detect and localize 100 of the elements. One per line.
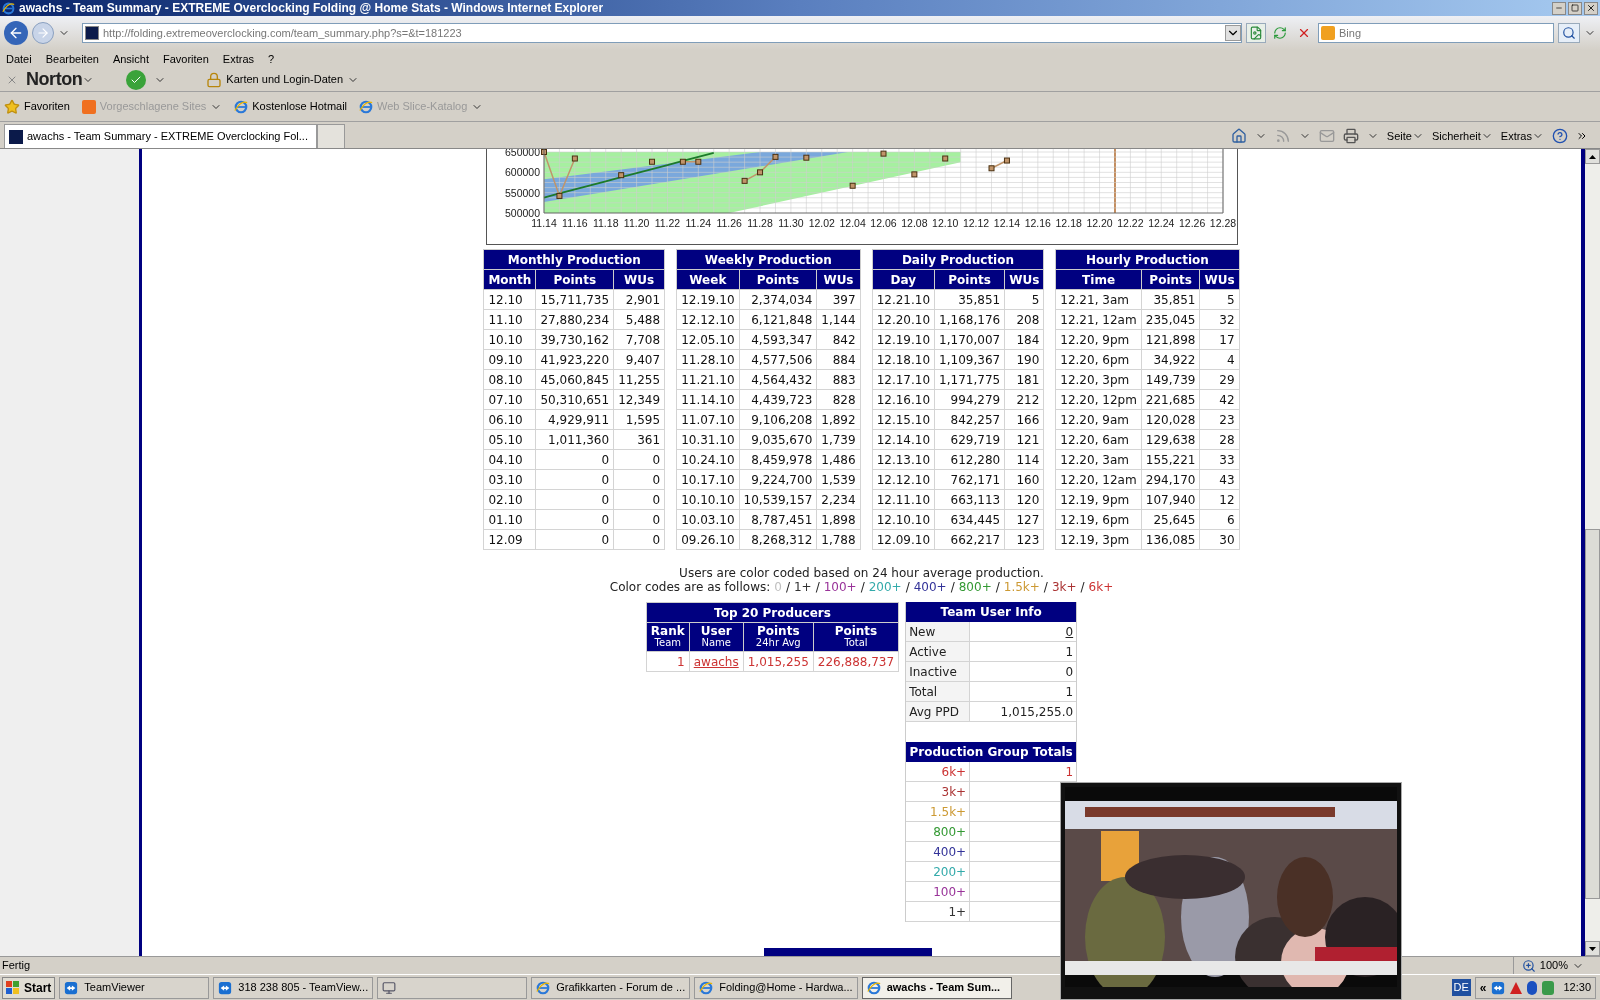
- table-cell: 03.10: [483, 469, 536, 490]
- table-title: Weekly Production: [676, 249, 861, 270]
- table-cell: 06.10: [483, 409, 536, 430]
- forward-button[interactable]: [32, 22, 54, 44]
- y-tick-label: 550000: [504, 186, 540, 199]
- language-indicator[interactable]: DE: [1451, 979, 1471, 996]
- help-icon[interactable]: [1552, 127, 1568, 144]
- command-menu[interactable]: Sicherheit: [1431, 127, 1493, 144]
- menu-item[interactable]: Favoriten: [163, 50, 209, 68]
- x-tick-label: 12.10: [931, 217, 958, 229]
- taskbar-button[interactable]: Grafikkarten - Forum de ...: [531, 976, 691, 999]
- taskbar-button[interactable]: 318 238 805 - TeamView...: [213, 976, 374, 999]
- menu-item[interactable]: Bearbeiten: [45, 50, 99, 68]
- feed-icon[interactable]: [1274, 127, 1291, 144]
- scroll-up-button[interactable]: [1585, 149, 1600, 164]
- table-cell: 226,888,737: [813, 651, 899, 672]
- table-cell: 11.21.10: [676, 369, 740, 390]
- table-cell: 07.10: [483, 389, 536, 410]
- browser-tab[interactable]: awachs - Team Summary - EXTREME Overclocking Fol...: [4, 124, 317, 148]
- table-cell: 1.5k+: [906, 802, 971, 822]
- bluetooth-icon[interactable]: [1527, 980, 1538, 995]
- scroll-down-button[interactable]: [1585, 941, 1600, 956]
- dropdown-icon[interactable]: [1225, 25, 1241, 41]
- command-menu[interactable]: Seite: [1386, 127, 1424, 144]
- favorites-item[interactable]: Favoriten: [4, 98, 70, 115]
- table-cell: 12.19, 9pm: [1055, 489, 1142, 510]
- taskbar-button[interactable]: Folding@Home - Hardwa...: [694, 976, 858, 999]
- table-cell: 09.26.10: [676, 529, 740, 550]
- browser-icon: [866, 980, 881, 995]
- search-icon: [1562, 26, 1576, 40]
- x-tick-label: 12.02: [808, 217, 835, 229]
- taskbar-button[interactable]: [377, 976, 528, 999]
- tray-expand-button[interactable]: «: [1479, 978, 1487, 997]
- x-tick-label: 12.20: [1085, 217, 1113, 229]
- network-icon[interactable]: [1542, 980, 1555, 995]
- address-field[interactable]: http://folding.extremeoverclocking.com/team_summary.php?s=&t=181223: [82, 23, 1242, 43]
- y-tick-label: 650000: [504, 149, 540, 158]
- zoom-control[interactable]: 100%: [1512, 957, 1584, 974]
- table-cell: 1,015,255: [743, 651, 814, 672]
- close-button[interactable]: [1584, 1, 1598, 15]
- browser-icon: [359, 99, 374, 114]
- table-cell: 12.20, 9am: [1055, 409, 1142, 430]
- home-icon[interactable]: [1230, 127, 1247, 144]
- column-header: Time: [1055, 269, 1142, 290]
- start-button[interactable]: Start: [2, 976, 56, 999]
- menu-item[interactable]: Datei: [6, 50, 32, 68]
- print-icon[interactable]: [1342, 127, 1359, 144]
- menu-item[interactable]: ?: [268, 50, 275, 68]
- table-cell: 04.10: [483, 449, 536, 470]
- color-code: 200+: [868, 580, 902, 595]
- table-cell: 10.17.10: [676, 469, 740, 490]
- norton-menu[interactable]: Norton: [26, 66, 95, 93]
- search-field[interactable]: Bing: [1318, 23, 1554, 43]
- menu-item[interactable]: Ansicht: [112, 50, 149, 68]
- column-header: Month: [483, 269, 536, 290]
- column-subheader: Total: [843, 637, 869, 650]
- data-point: [679, 158, 686, 165]
- table-cell-text: 1: [1064, 643, 1075, 661]
- table-cell: 12.12.10: [872, 469, 935, 490]
- taskbar-button[interactable]: TeamViewer: [59, 976, 210, 999]
- count-link[interactable]: 0: [1065, 622, 1074, 641]
- check-icon[interactable]: [126, 69, 147, 90]
- table-cell: 800+: [906, 822, 971, 842]
- table-cell-text: 1: [1064, 763, 1075, 781]
- site-icon: [85, 26, 99, 40]
- table-cell: 11.28.10: [676, 349, 740, 370]
- warning-icon[interactable]: [1510, 981, 1523, 994]
- data-point: [648, 158, 655, 165]
- identity-menu[interactable]: Karten und Login-Daten: [206, 71, 360, 88]
- minimize-button[interactable]: [1552, 1, 1566, 15]
- browser-icon: [536, 980, 551, 995]
- menu-item[interactable]: Extras: [222, 50, 255, 68]
- table-cell: 10.10: [483, 329, 536, 350]
- data-point: [571, 155, 578, 162]
- table-cell: 12.15.10: [872, 409, 935, 430]
- table-cell: 10.10.10: [676, 489, 740, 510]
- search-button[interactable]: [1558, 23, 1580, 43]
- color-code: 3k+: [1051, 580, 1077, 595]
- suggest-icon: [81, 99, 96, 114]
- table-cell: 200+: [906, 862, 971, 882]
- back-button[interactable]: [4, 21, 28, 45]
- star-icon: [4, 98, 20, 115]
- table-title: Production Group Totals: [906, 742, 1077, 763]
- command-menu[interactable]: Extras: [1500, 127, 1544, 144]
- separator: /: [860, 580, 865, 595]
- data-point: [741, 177, 748, 184]
- color-legend-label: Color codes are as follows:: [609, 580, 771, 595]
- taskbar-button[interactable]: awachs - Team Sum...: [861, 976, 1012, 999]
- table-cell: 12.05.10: [676, 329, 740, 350]
- table-cell: 3k+: [906, 782, 971, 802]
- data-point: [910, 171, 917, 178]
- mail-icon[interactable]: [1318, 127, 1335, 144]
- scrollbar-thumb[interactable]: [1585, 529, 1600, 899]
- favorites-item[interactable]: Kostenlose Hotmail: [234, 98, 348, 115]
- close-icon: [1586, 3, 1596, 13]
- compatibility-button[interactable]: [1246, 23, 1266, 43]
- column-header: User: [699, 625, 733, 638]
- browser-tab[interactable]: [317, 124, 345, 148]
- table-title: Hourly Production: [1055, 249, 1240, 270]
- remote-control-icon: [218, 980, 233, 995]
